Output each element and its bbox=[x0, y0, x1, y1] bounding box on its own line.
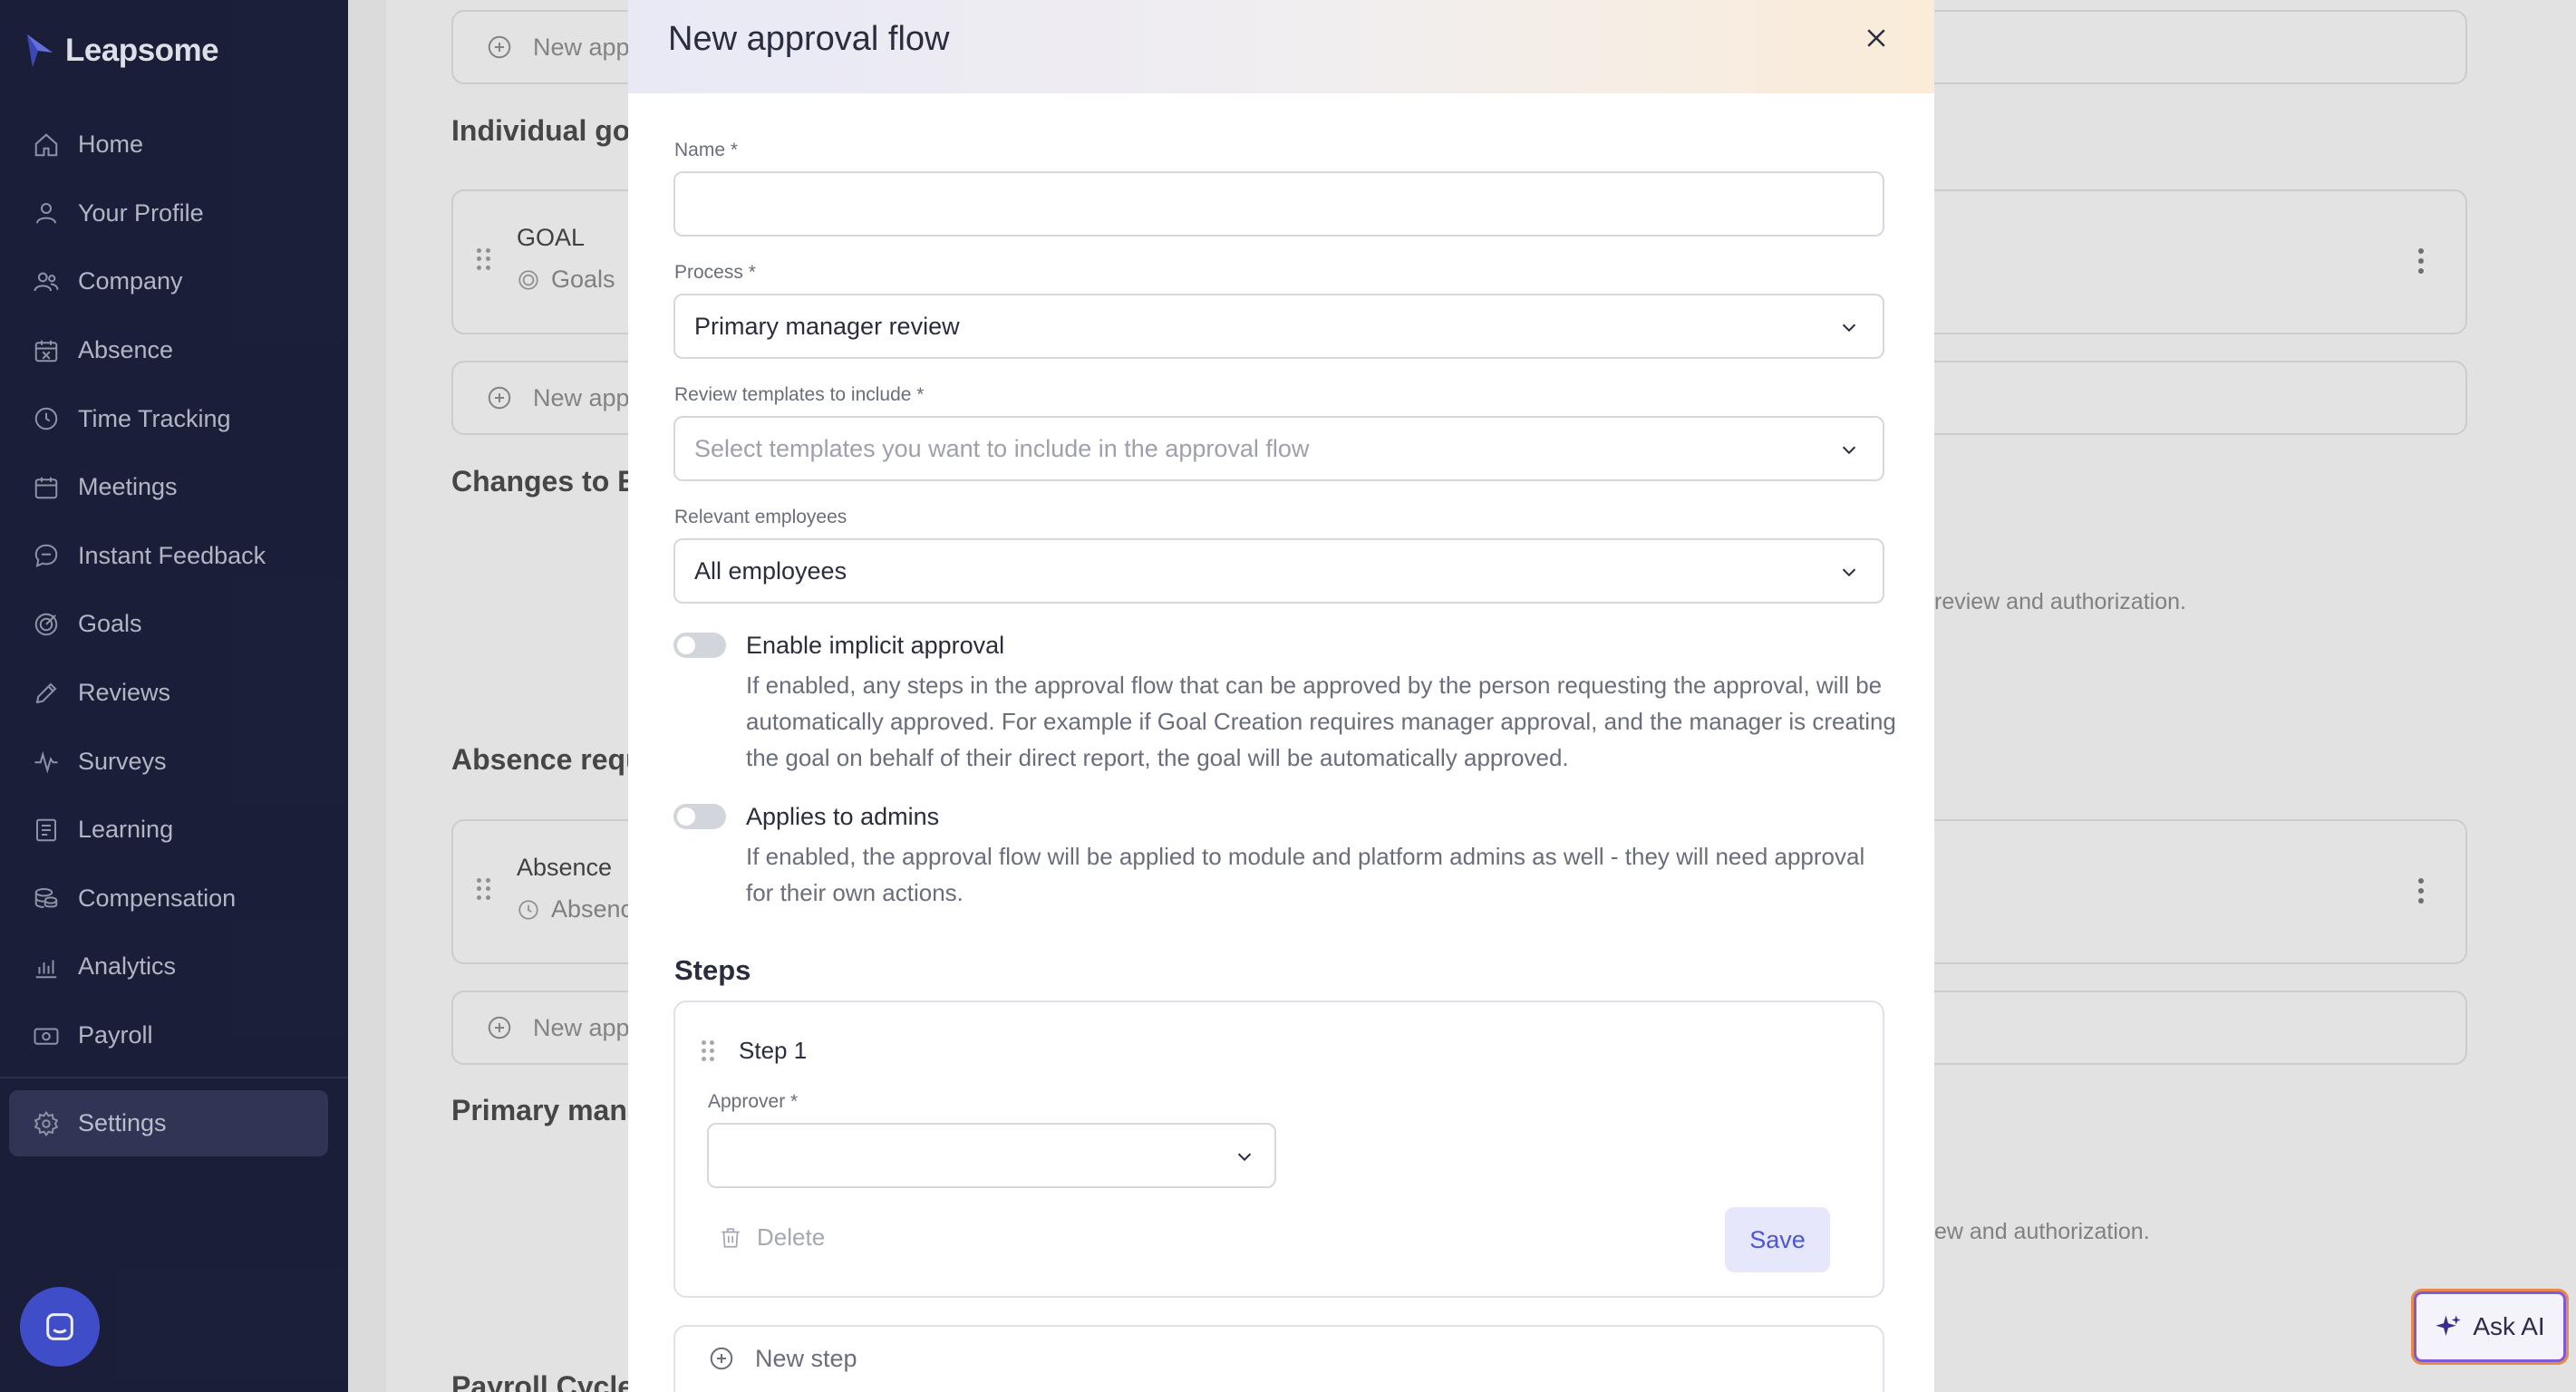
employees-label: Relevant employees bbox=[674, 507, 847, 527]
templates-placeholder: Select templates you want to include in … bbox=[694, 434, 1310, 462]
delete-step-button[interactable]: Delete bbox=[719, 1223, 825, 1252]
process-select[interactable]: Primary manager review bbox=[673, 294, 1884, 359]
implicit-approval-label: Enable implicit approval bbox=[746, 632, 1005, 659]
sparkle-icon bbox=[2436, 1315, 2462, 1336]
modal-header: New approval flow bbox=[628, 0, 1934, 93]
approver-label: Approver * bbox=[708, 1091, 799, 1112]
trash-icon bbox=[721, 1227, 740, 1248]
new-step-button[interactable]: New step bbox=[673, 1325, 1884, 1392]
new-approval-flow-modal: New approval flow Name * Process * Prima… bbox=[628, 0, 1934, 1392]
close-button[interactable] bbox=[1858, 20, 1894, 56]
chevron-down-icon bbox=[1237, 1153, 1252, 1162]
process-label: Process * bbox=[674, 262, 756, 283]
modal-title: New approval flow bbox=[668, 20, 950, 58]
employees-value: All employees bbox=[694, 556, 847, 585]
new-step-label: New step bbox=[755, 1345, 857, 1372]
steps-heading: Steps bbox=[674, 954, 751, 986]
delete-label: Delete bbox=[757, 1223, 826, 1251]
applies-to-admins-label: Applies to admins bbox=[746, 803, 940, 830]
plus-circle-icon bbox=[710, 1347, 733, 1370]
drag-handle-icon[interactable] bbox=[702, 1040, 714, 1061]
applies-to-admins-description: If enabled, the approval flow will be ap… bbox=[746, 843, 1865, 906]
step-title: Step 1 bbox=[739, 1037, 808, 1064]
templates-label: Review templates to include * bbox=[674, 384, 925, 405]
chevron-down-icon bbox=[1842, 568, 1856, 577]
name-field[interactable] bbox=[673, 171, 1884, 237]
employees-select[interactable]: All employees bbox=[673, 538, 1884, 604]
ask-ai-button[interactable]: Ask AI bbox=[2411, 1289, 2569, 1365]
applies-to-admins-toggle[interactable] bbox=[673, 804, 726, 829]
ask-ai-label: Ask AI bbox=[2473, 1312, 2545, 1340]
approver-select[interactable] bbox=[707, 1123, 1276, 1188]
chevron-down-icon bbox=[1842, 324, 1856, 333]
chevron-down-icon bbox=[1842, 446, 1856, 455]
implicit-approval-description: If enabled, any steps in the approval fl… bbox=[746, 672, 1896, 771]
save-step-button[interactable]: Save bbox=[1725, 1207, 1830, 1272]
name-label: Name * bbox=[674, 140, 739, 160]
process-value: Primary manager review bbox=[694, 312, 960, 340]
implicit-approval-toggle[interactable] bbox=[673, 633, 726, 658]
templates-select[interactable]: Select templates you want to include in … bbox=[673, 416, 1884, 481]
close-icon bbox=[1867, 29, 1885, 47]
step-card: Step 1 Approver * Delete Save bbox=[673, 1000, 1884, 1298]
